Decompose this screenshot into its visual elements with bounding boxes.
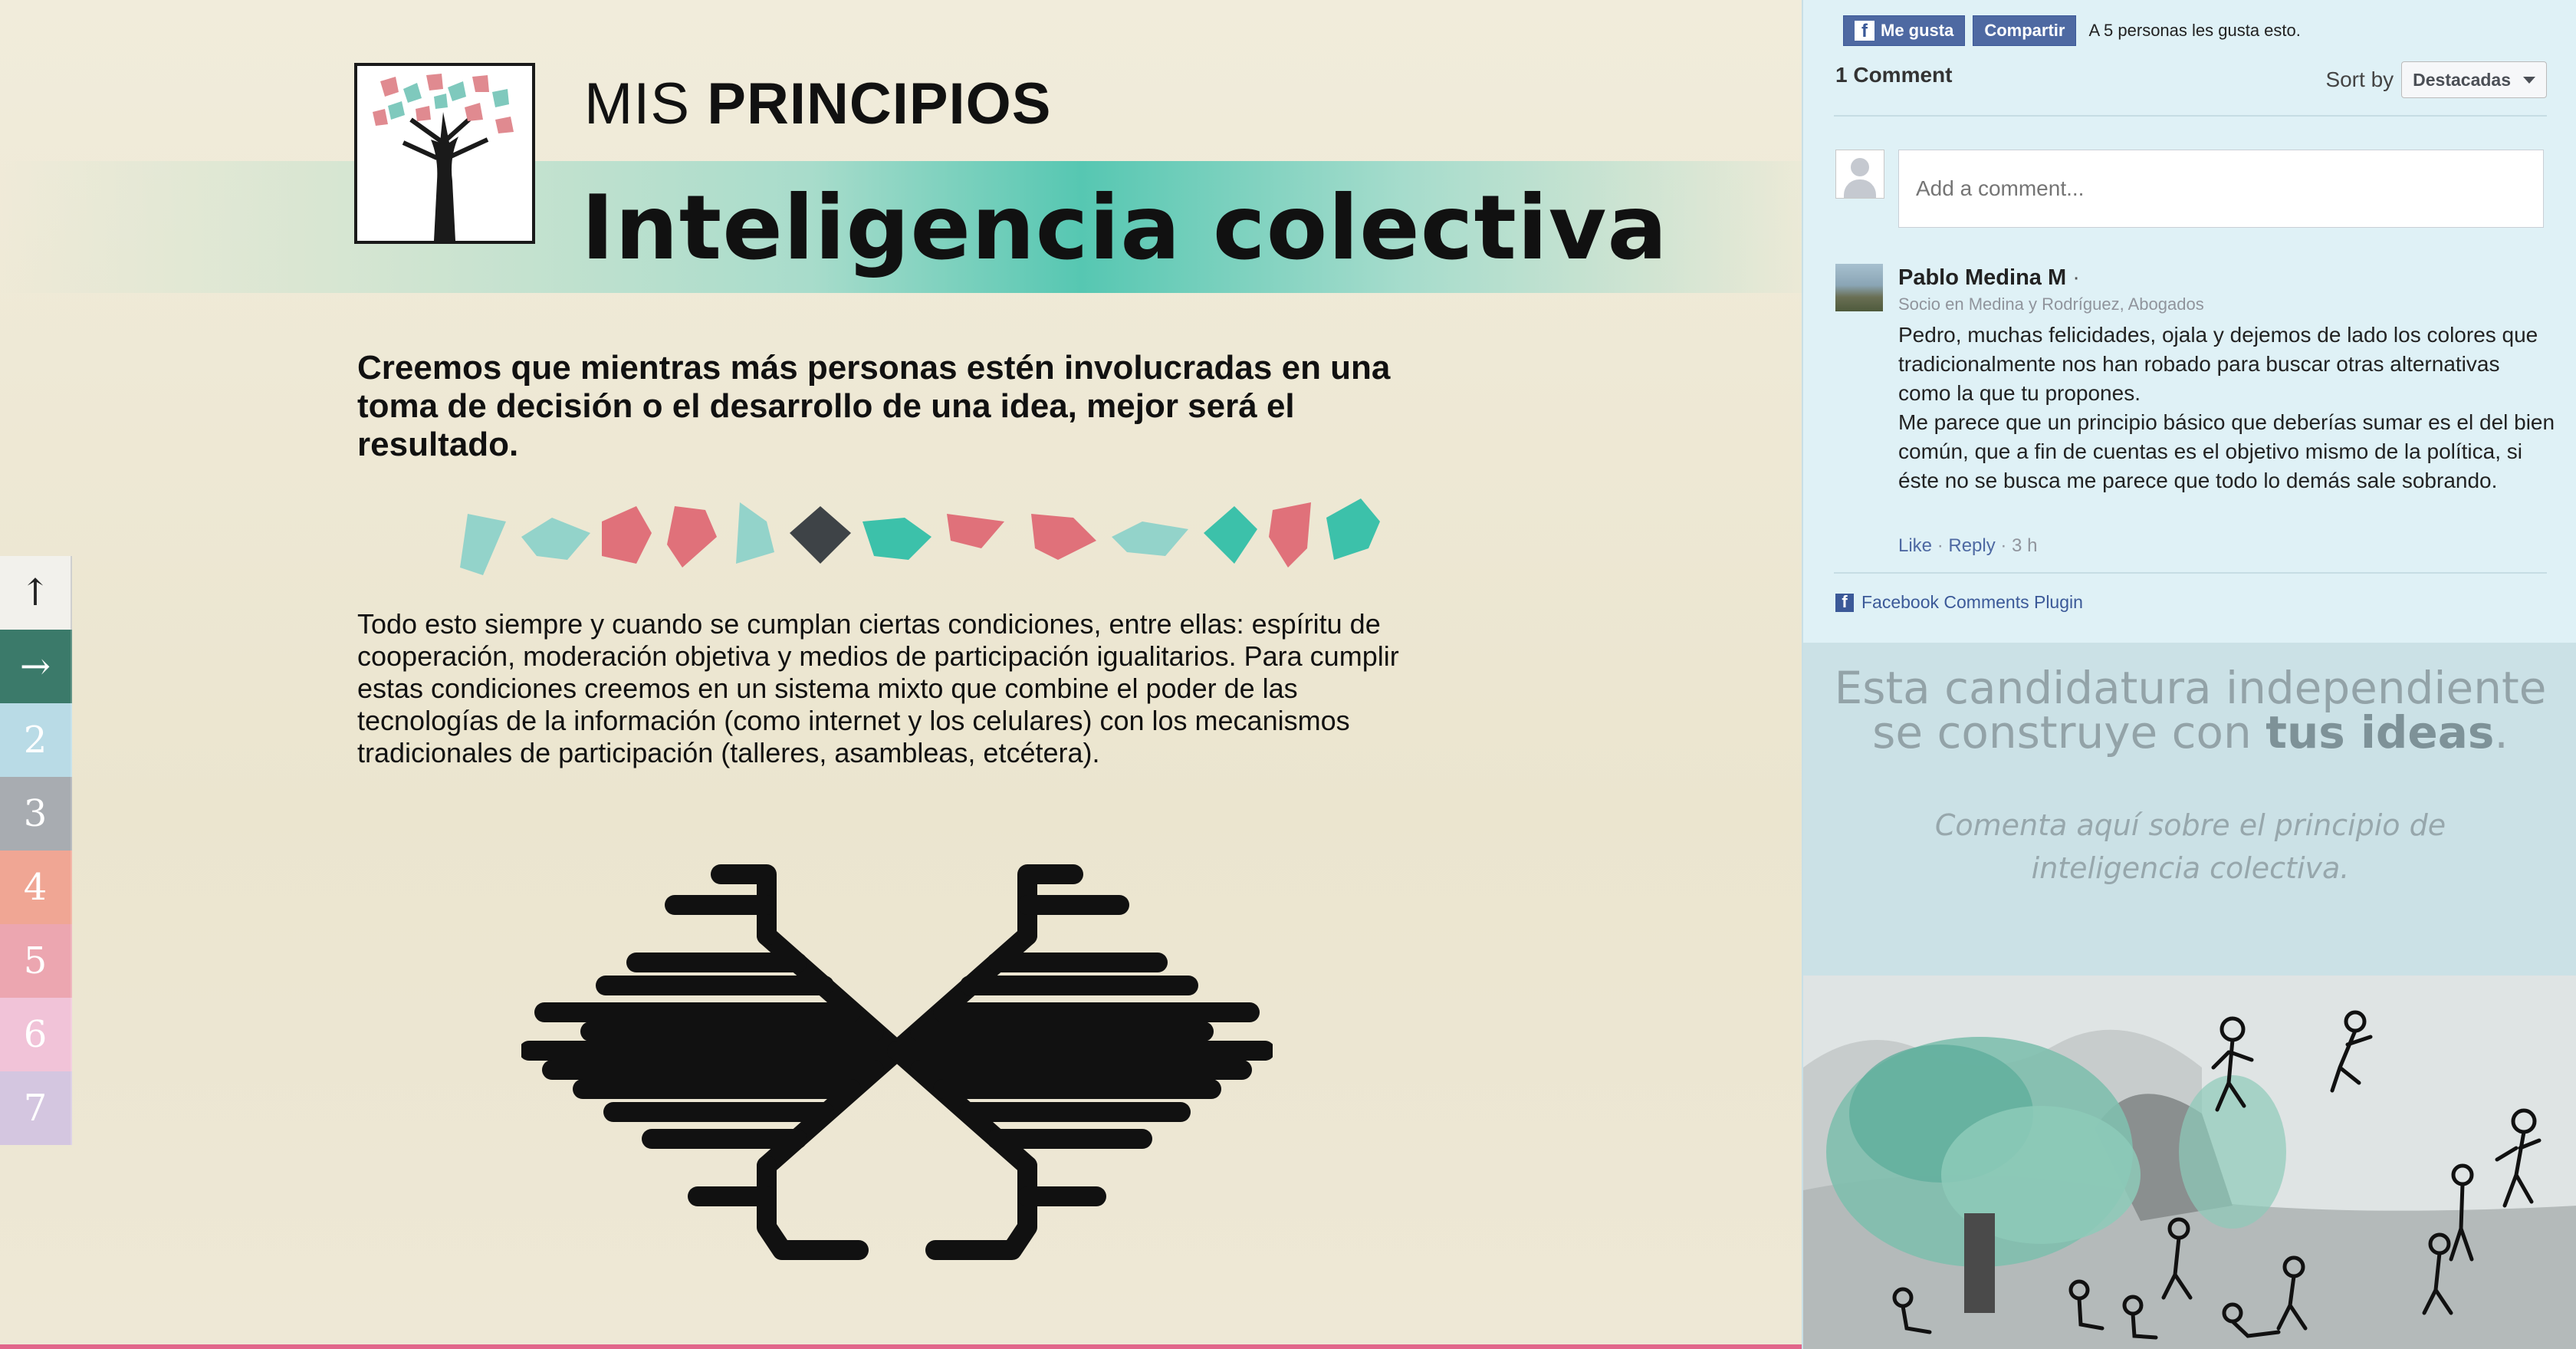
section-kicker: MIS PRINCIPIOS [584, 71, 1051, 137]
author-name[interactable]: Pablo Medina M [1898, 265, 2066, 290]
step-4-button[interactable]: 4 [0, 851, 72, 924]
promo-line-2: se construye con tus ideas. [1803, 710, 2576, 755]
promo-line-2-post: . [2494, 706, 2509, 758]
comment-body: Pedro, muchas felicidades, ojala y dejem… [1898, 321, 2558, 495]
current-user-avatar [1835, 150, 1884, 199]
step-2-button[interactable]: 2 [0, 703, 72, 777]
facebook-icon: f [1855, 21, 1875, 41]
step-5-button[interactable]: 5 [0, 924, 72, 998]
promo-invitation: Comenta aquí sobre el principio de intel… [1803, 804, 2576, 890]
promo-line-2-pre: se construye con [1872, 706, 2266, 758]
gem-8 [947, 514, 1004, 548]
like-label: Me gusta [1881, 21, 1954, 40]
gem-5 [736, 502, 774, 564]
comments-sidebar: f Me gusta Compartir A 5 personas les gu… [1802, 0, 2576, 1349]
scroll-up-button[interactable]: ↑ [0, 556, 72, 630]
sort-select[interactable]: Destacadas [2401, 61, 2547, 98]
like-count-text: A 5 personas les gusta esto. [2088, 21, 2301, 40]
tree-logo [354, 63, 535, 244]
promo-panel: Esta candidatura independiente se constr… [1803, 643, 2576, 976]
gem-12 [1269, 502, 1311, 568]
sort-value: Destacadas [2413, 69, 2511, 90]
add-comment-input[interactable] [1898, 150, 2544, 228]
promo-line-2-bold: tus ideas [2266, 706, 2495, 758]
gem-1 [460, 514, 506, 575]
gem-2 [521, 518, 590, 560]
gem-13 [1326, 498, 1380, 560]
kicker-light: MIS [584, 71, 691, 137]
gem-7 [863, 518, 932, 560]
comment-like-link[interactable]: Like [1898, 535, 1932, 556]
promo-invitation-line-2: inteligencia colectiva. [2031, 851, 2350, 885]
comment-author-meta: Socio en Medina y Rodríguez, Abogados [1898, 294, 2204, 314]
facebook-comments-plugin-link[interactable]: f Facebook Comments Plugin [1835, 592, 2083, 613]
separator: · [1932, 535, 1949, 556]
gem-4 [667, 506, 717, 568]
collective-tree-illustration [1803, 976, 2576, 1349]
promo-invitation-line-1: Comenta aquí sobre el principio de [1934, 808, 2446, 842]
comment-reply-link[interactable]: Reply [1948, 535, 1995, 556]
gem-11 [1204, 506, 1257, 564]
plugin-label: Facebook Comments Plugin [1861, 592, 2083, 612]
facebook-icon: f [1835, 592, 1854, 612]
comment-timestamp[interactable]: 3 h [2012, 535, 2037, 556]
next-button[interactable]: → [0, 630, 72, 703]
like-button[interactable]: f Me gusta [1843, 15, 1966, 46]
author-suffix: · [2072, 265, 2080, 290]
gem-3 [602, 506, 652, 564]
share-label: Compartir [1984, 21, 2065, 40]
step-navigation: ↑ → 2 3 4 5 6 7 [0, 556, 72, 1145]
page-title: Inteligencia colectiva [581, 176, 1668, 280]
comment-actions: Like · Reply · 3 h [1898, 535, 2037, 557]
comment-author[interactable]: Pablo Medina M · [1898, 265, 2080, 291]
main-content: MIS PRINCIPIOS Inteligencia colectiva Cr… [0, 0, 1802, 1349]
step-7-button[interactable]: 7 [0, 1071, 72, 1145]
comment-paragraph: Me parece que un principio básico que de… [1898, 410, 2555, 492]
promo-line-1: Esta candidatura independiente [1834, 662, 2547, 714]
separator: · [1995, 535, 2013, 556]
step-6-button[interactable]: 6 [0, 998, 72, 1071]
divider [1834, 115, 2547, 117]
gem-9 [1031, 514, 1096, 560]
arrow-right-icon: → [19, 645, 51, 688]
lead-paragraph: Creemos que mientras más personas estén … [357, 349, 1391, 463]
body-paragraph: Todo esto siempre y cuando se cumplan ci… [357, 608, 1399, 768]
gem-10 [1112, 522, 1188, 556]
sort-label: Sort by [2325, 67, 2394, 91]
gem-6 [790, 506, 851, 564]
step-3-button[interactable]: 3 [0, 777, 72, 851]
sort-control: Sort by Destacadas [2325, 61, 2547, 98]
promo-heading: Esta candidatura independiente se constr… [1803, 666, 2576, 755]
share-button[interactable]: Compartir [1973, 15, 2077, 46]
gem-divider [460, 498, 1380, 575]
arrow-up-icon: ↑ [19, 571, 51, 614]
facebook-like-bar: f Me gusta Compartir A 5 personas les gu… [1843, 15, 2301, 46]
divider [1834, 572, 2547, 574]
kicker-bold: PRINCIPIOS [707, 71, 1052, 137]
neural-network-illustration [521, 864, 1273, 1260]
comments-count: 1 Comment [1835, 63, 1953, 87]
comment-paragraph: Pedro, muchas felicidades, ojala y dejem… [1898, 323, 2538, 405]
commenter-avatar[interactable] [1835, 264, 1883, 311]
